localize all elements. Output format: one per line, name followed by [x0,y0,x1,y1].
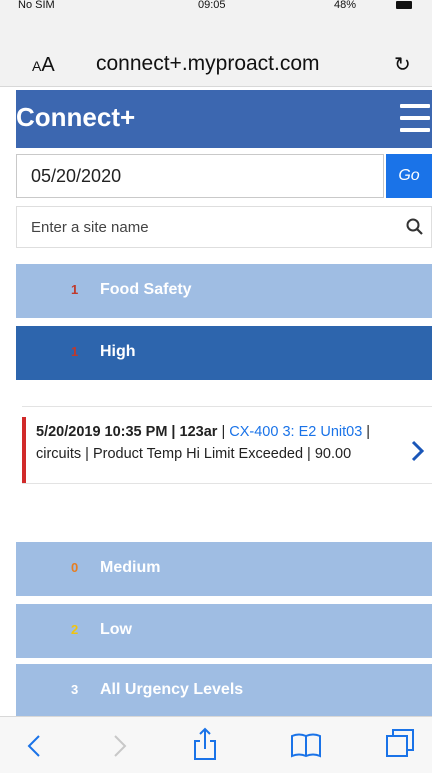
category-label: Low [100,621,132,638]
url-text[interactable]: connect+.myproact.com [96,52,320,76]
browser-toolbar [0,716,432,773]
date-field[interactable]: 05/20/2020 [16,154,384,198]
category-count: 2 [71,622,79,637]
alarm-list-item[interactable]: 5/20/2019 10:35 PM | 123ar | CX-400 3: E… [22,406,432,484]
alarm-details: 5/20/2019 10:35 PM | 123ar | CX-400 3: E… [36,424,371,462]
urgency-indicator [22,417,26,483]
back-icon[interactable] [26,733,42,759]
category-label: Medium [100,559,161,576]
alarm-site: 123ar [179,424,218,440]
site-search-field[interactable]: Enter a site name [16,206,432,248]
category-count: 1 [71,282,79,297]
battery-percent: 48% [334,0,357,11]
search-icon[interactable] [405,217,425,237]
bookmarks-icon[interactable] [290,733,322,759]
status-bar: No SIM 09:05 48% [0,0,432,14]
browser-address-bar[interactable]: AA connect+.myproact.com ↻ [0,14,432,87]
site-search-placeholder: Enter a site name [31,219,149,236]
category-count: 0 [71,560,79,575]
category-count: 3 [71,682,79,697]
clock: 09:05 [198,0,226,11]
battery-icon [396,1,412,9]
category-label: High [100,343,136,360]
hamburger-menu-icon[interactable] [400,104,430,132]
alarm-device-link[interactable]: CX-400 3: E2 Unit03 [229,424,362,440]
tabs-icon[interactable] [384,727,416,759]
alarm-datetime: 5/20/2019 10:35 PM [36,424,168,440]
go-button[interactable]: Go [386,154,432,198]
category-high[interactable]: 1 High [16,326,432,380]
app-header: Connect+ [16,90,432,148]
category-all-urgency-levels[interactable]: 3 All Urgency Levels [16,664,432,716]
category-count: 1 [71,344,79,359]
reload-icon[interactable]: ↻ [394,52,411,77]
category-medium[interactable]: 0 Medium [16,542,432,596]
chevron-right-icon[interactable] [410,439,426,463]
carrier-label: No SIM [18,0,55,11]
category-label: Food Safety [100,281,192,298]
category-food-safety[interactable]: 1 Food Safety [16,264,432,318]
category-label: All Urgency Levels [100,681,244,698]
category-low[interactable]: 2 Low [16,604,432,658]
text-size-button[interactable]: AA [32,54,55,77]
forward-icon[interactable] [112,733,128,759]
share-icon[interactable] [192,727,218,761]
app-title: Connect+ [16,102,136,132]
